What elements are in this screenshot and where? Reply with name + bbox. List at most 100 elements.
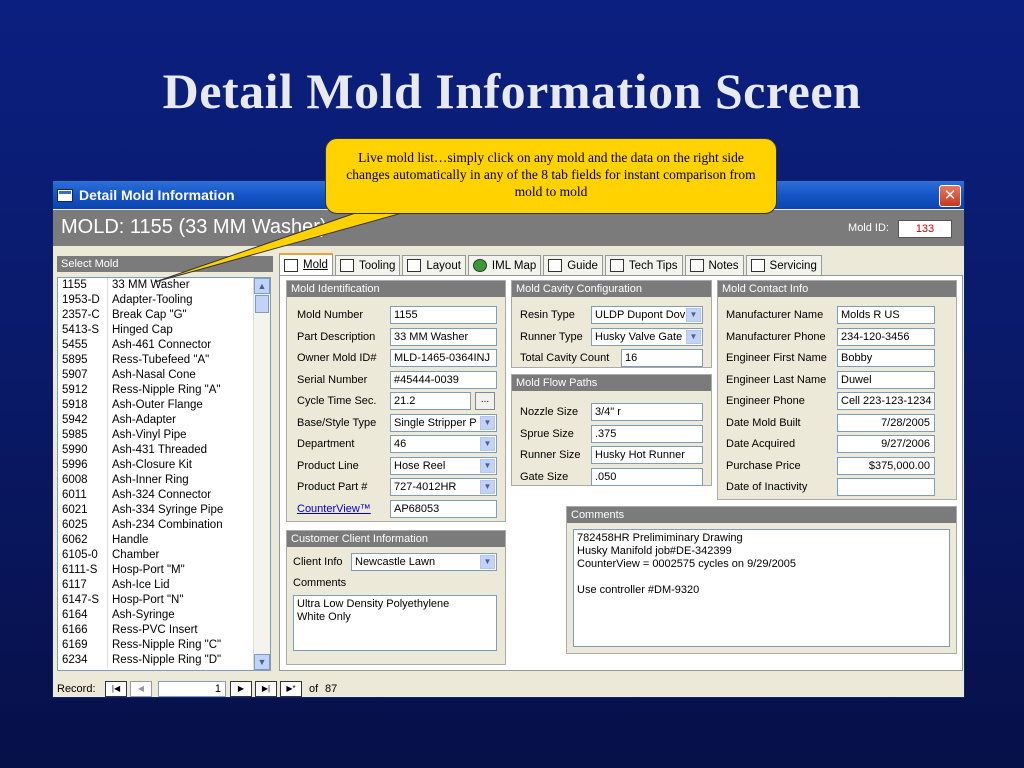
engineer-phone-field[interactable]: Cell 223-123-1234 <box>837 392 935 410</box>
comments-textarea[interactable]: 782458HR Prelimiminary Drawing Husky Man… <box>573 529 950 647</box>
department-select[interactable]: 46 ▼ <box>390 435 497 453</box>
mold-id-field[interactable]: 133 <box>898 220 952 238</box>
list-item[interactable]: 6117 Ash-Ice Lid <box>58 578 270 593</box>
date-of-inactivity-field[interactable] <box>837 478 935 496</box>
list-item[interactable]: 5895 Ress-Tubefeed "A" <box>58 353 270 368</box>
new-record-icon[interactable]: ▶* <box>280 681 302 697</box>
list-item[interactable]: 6234 Ress-Nipple Ring "D" <box>58 653 270 668</box>
base-style-select[interactable]: Single Stripper P ▼ <box>390 414 497 432</box>
chevron-down-icon[interactable]: ▼ <box>480 459 495 473</box>
mold-id-cell: 6011 <box>58 488 108 503</box>
mold-header-title: MOLD: 1155 (33 MM Washer) <box>61 216 327 238</box>
tips-icon <box>609 259 624 272</box>
list-item[interactable]: 6021 Ash-334 Syringe Pipe <box>58 503 270 518</box>
next-record-icon[interactable]: ▶ <box>230 681 252 697</box>
mold-description-cell: Hosp-Port "M" <box>112 564 185 576</box>
owner-mold-id-field[interactable]: MLD-1465-0364INJ <box>390 349 497 367</box>
part-description-field[interactable]: 33 MM Washer <box>390 328 497 346</box>
mold-number-field[interactable]: 1155 <box>390 306 497 324</box>
gate-size-field[interactable]: .050 <box>591 468 703 486</box>
field-label: Date of Inactivity <box>726 481 808 493</box>
list-item[interactable]: 2357-C Break Cap "G" <box>58 308 270 323</box>
manufacturer-name-field[interactable]: Molds R US <box>837 306 935 324</box>
list-item[interactable]: 6164 Ash-Syringe <box>58 608 270 623</box>
scroll-up-icon[interactable]: ▲ <box>254 278 270 294</box>
purchase-price-field[interactable]: $375,000.00 <box>837 457 935 475</box>
list-item[interactable]: 1155 33 MM Washer <box>58 278 270 293</box>
cycle-time-ellipsis-button[interactable]: ... <box>475 392 495 410</box>
chevron-down-icon[interactable]: ▼ <box>480 416 495 430</box>
chevron-down-icon[interactable]: ▼ <box>686 330 701 344</box>
list-item[interactable]: 5942 Ash-Adapter <box>58 413 270 428</box>
list-item[interactable]: 5990 Ash-431 Threaded <box>58 443 270 458</box>
scroll-thumb[interactable] <box>255 295 269 313</box>
list-item[interactable]: 5455 Ash-461 Connector <box>58 338 270 353</box>
list-item[interactable]: 1953-D Adapter-Tooling <box>58 293 270 308</box>
counterview-field[interactable]: AP68053 <box>390 500 497 518</box>
tab-iml-map[interactable]: IML Map <box>467 255 542 275</box>
client-info-select[interactable]: Newcastle Lawn ▼ <box>351 553 497 571</box>
serial-number-field[interactable]: #45444-0039 <box>390 371 497 389</box>
mold-id-cell: 5907 <box>58 368 108 383</box>
tab-tech-tips[interactable]: Tech Tips <box>604 255 683 275</box>
cycle-time-field[interactable]: 21.2 <box>390 392 471 410</box>
mold-description-cell: Ress-Nipple Ring "A" <box>112 384 221 396</box>
chevron-down-icon[interactable]: ▼ <box>686 308 701 322</box>
tab-servicing[interactable]: Servicing <box>745 255 822 275</box>
list-item[interactable]: 6062 Handle <box>58 533 270 548</box>
field-label: Engineer Phone <box>726 395 805 407</box>
list-item[interactable]: 6166 Ress-PVC Insert <box>58 623 270 638</box>
tab-guide[interactable]: Guide <box>543 255 603 275</box>
tab-layout[interactable]: Layout <box>402 255 466 275</box>
date-acquired-field[interactable]: 9/27/2006 <box>837 435 935 453</box>
list-item[interactable]: 6169 Ress-Nipple Ring "C" <box>58 638 270 653</box>
list-item[interactable]: 5413-S Hinged Cap <box>58 323 270 338</box>
list-item[interactable]: 6105-0 Chamber <box>58 548 270 563</box>
product-part-select[interactable]: 727-4012HR ▼ <box>390 478 497 496</box>
list-item[interactable]: 6011 Ash-324 Connector <box>58 488 270 503</box>
engineer-first-name-field[interactable]: Bobby <box>837 349 935 367</box>
product-line-select[interactable]: Hose Reel ▼ <box>390 457 497 475</box>
manufacturer-phone-field[interactable]: 234-120-3456 <box>837 328 935 346</box>
mold-id-cell: 6166 <box>58 623 108 638</box>
record-number-field[interactable]: 1 <box>158 681 226 697</box>
field-label: Part Description <box>297 331 376 343</box>
list-item[interactable]: 6025 Ash-234 Combination <box>58 518 270 533</box>
tab-tooling[interactable]: Tooling <box>334 255 401 275</box>
runner-type-select[interactable]: Husky Valve Gate ▼ <box>591 328 703 346</box>
record-navigation: Record: |◀ ◀ 1 ▶ ▶| ▶* of 87 <box>53 679 964 697</box>
last-record-icon[interactable]: ▶| <box>255 681 277 697</box>
list-item[interactable]: 6111-S Hosp-Port "M" <box>58 563 270 578</box>
engineer-last-name-field[interactable]: Duwel <box>837 371 935 389</box>
first-record-icon[interactable]: |◀ <box>105 681 127 697</box>
tab-strip: Mold Tooling Layout IML Map Guide Tech T… <box>279 253 824 275</box>
nozzle-size-field[interactable]: 3/4" r <box>591 403 703 421</box>
list-item[interactable]: 6008 Ash-Inner Ring <box>58 473 270 488</box>
resin-type-select[interactable]: ULDP Dupont Dov ▼ <box>591 306 703 324</box>
counterview-link[interactable]: CounterView™ <box>297 503 371 515</box>
list-item[interactable]: 5985 Ash-Vinyl Pipe <box>58 428 270 443</box>
list-item[interactable]: 5996 Ash-Closure Kit <box>58 458 270 473</box>
runner-size-field[interactable]: Husky Hot Runner <box>591 446 703 464</box>
tab-mold[interactable]: Mold <box>279 253 333 275</box>
client-comments-textarea[interactable]: Ultra Low Density Polyethylene White Onl… <box>293 595 497 651</box>
date-mold-built-field[interactable]: 7/28/2005 <box>837 414 935 432</box>
sprue-size-field[interactable]: .375 <box>591 425 703 443</box>
chevron-down-icon[interactable]: ▼ <box>480 555 495 569</box>
mold-list-scrollbar[interactable]: ▲ ▼ <box>253 278 270 670</box>
field-label: Product Part # <box>297 481 368 493</box>
scroll-down-icon[interactable]: ▼ <box>254 654 270 670</box>
chevron-down-icon[interactable]: ▼ <box>480 480 495 494</box>
field-label: Runner Size <box>520 449 581 461</box>
total-cavity-count-field[interactable]: 16 <box>621 349 703 367</box>
list-item[interactable]: 5918 Ash-Outer Flange <box>58 398 270 413</box>
close-button[interactable]: ✕ <box>939 185 961 207</box>
list-item[interactable]: 5912 Ress-Nipple Ring "A" <box>58 383 270 398</box>
prev-record-icon[interactable]: ◀ <box>130 681 152 697</box>
tab-notes[interactable]: Notes <box>684 255 744 275</box>
chevron-down-icon[interactable]: ▼ <box>480 437 495 451</box>
cavity-config-group: Mold Cavity Configuration Resin Type ULD… <box>511 280 712 368</box>
mold-list[interactable]: 1155 33 MM Washer 1953-D Adapter-Tooling 235… <box>57 277 271 671</box>
list-item[interactable]: 5907 Ash-Nasal Cone <box>58 368 270 383</box>
list-item[interactable]: 6147-S Hosp-Port "N" <box>58 593 270 608</box>
